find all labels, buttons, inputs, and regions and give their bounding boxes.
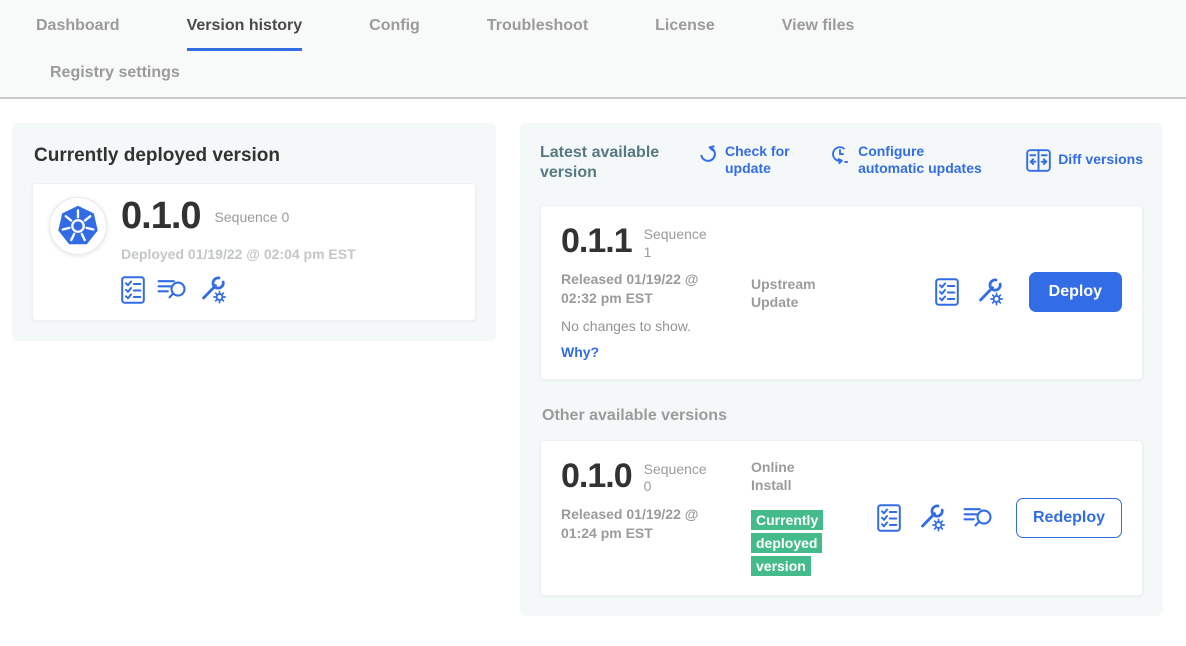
sequence-label: Sequence 1 — [644, 223, 714, 261]
preflight-checklist-icon[interactable] — [935, 278, 959, 306]
version-number: 0.1.0 — [121, 197, 201, 237]
version-action-icons — [121, 276, 356, 304]
header-actions: Check for update Configure automatic upd… — [672, 143, 1143, 177]
current-version-title: Currently deployed version — [34, 145, 474, 167]
currently-deployed-badge: Currently deployed version — [751, 510, 823, 576]
version-history-page: Currently deployed version — [0, 99, 1186, 646]
diff-versions-label: Diff versions — [1058, 151, 1143, 168]
deployed-version-card: 0.1.0 Sequence 0 Deployed 01/19/22 @ 02:… — [32, 183, 476, 321]
source-label: Online Install — [751, 458, 837, 494]
check-for-update-label: Check for update — [725, 143, 797, 177]
configure-automatic-updates-link[interactable]: Configure automatic updates — [829, 143, 994, 177]
latest-version-card: 0.1.1 Sequence 1 Released 01/19/22 @ 02:… — [540, 205, 1143, 380]
release-notes-icon[interactable] — [963, 505, 993, 530]
release-notes-icon[interactable] — [157, 277, 187, 302]
tab-registry-settings[interactable]: Registry settings — [50, 64, 180, 81]
version-source: Upstream Update — [751, 275, 867, 311]
tab-dashboard[interactable]: Dashboard — [36, 17, 120, 51]
other-version-card: 0.1.0 Sequence 0 Released 01/19/22 @ 01:… — [540, 440, 1143, 596]
other-versions-title: Other available versions — [542, 407, 1141, 425]
configure-automatic-updates-label: Configure automatic updates — [858, 143, 994, 177]
version-row: 0.1.0 Sequence 0 — [561, 458, 751, 496]
config-icon[interactable] — [199, 276, 227, 304]
other-version-info: 0.1.0 Sequence 0 Released 01/19/22 @ 01:… — [561, 458, 751, 553]
sequence-label: Sequence 0 — [215, 209, 290, 225]
kots-admin-console: Dashboard Version history Config Trouble… — [0, 0, 1186, 646]
available-versions-header: Latest available version Check for updat… — [540, 143, 1143, 183]
version-row: 0.1.0 Sequence 0 — [121, 197, 356, 237]
redeploy-button[interactable]: Redeploy — [1016, 498, 1122, 538]
version-number: 0.1.0 — [561, 458, 632, 496]
diff-icon — [1026, 149, 1051, 172]
version-actions: Redeploy — [877, 498, 1122, 538]
tab-config[interactable]: Config — [369, 17, 420, 51]
version-source: Online Install Currently deployed versio… — [751, 458, 867, 578]
version-actions: Deploy — [935, 272, 1122, 312]
sequence-label: Sequence 0 — [644, 458, 714, 496]
kubernetes-logo-icon — [55, 203, 101, 249]
diff-versions-link[interactable]: Diff versions — [1026, 143, 1143, 177]
scheduled-refresh-icon — [829, 144, 851, 166]
source-label: Upstream Update — [751, 275, 837, 311]
deployed-timestamp: Deployed 01/19/22 @ 02:04 pm EST — [121, 246, 356, 262]
available-versions-panel: Latest available version Check for updat… — [520, 123, 1163, 616]
deployed-version-info: 0.1.0 Sequence 0 Deployed 01/19/22 @ 02:… — [121, 197, 356, 304]
tab-troubleshoot[interactable]: Troubleshoot — [487, 17, 588, 51]
refresh-icon — [698, 144, 718, 164]
currently-deployed-badge-wrap: Currently deployed version — [751, 509, 827, 578]
latest-available-title: Latest available version — [540, 143, 672, 183]
config-icon[interactable] — [918, 504, 946, 532]
tab-version-history[interactable]: Version history — [187, 17, 303, 51]
secondary-tab-bar: Registry settings — [0, 51, 1186, 97]
check-for-update-link[interactable]: Check for update — [698, 143, 797, 177]
released-timestamp: Released 01/19/22 @ 01:24 pm EST — [561, 505, 733, 543]
app-nav: Dashboard Version history Config Trouble… — [0, 0, 1186, 99]
released-timestamp: Released 01/19/22 @ 02:32 pm EST — [561, 270, 733, 308]
version-row: 0.1.1 Sequence 1 — [561, 223, 751, 261]
latest-version-info: 0.1.1 Sequence 1 Released 01/19/22 @ 02:… — [561, 223, 751, 362]
app-avatar — [49, 197, 107, 255]
tab-license[interactable]: License — [655, 17, 715, 51]
tab-view-files[interactable]: View files — [782, 17, 855, 51]
deploy-button[interactable]: Deploy — [1029, 272, 1122, 312]
no-changes-text: No changes to show. — [561, 318, 751, 334]
config-icon[interactable] — [976, 278, 1004, 306]
preflight-checklist-icon[interactable] — [877, 504, 901, 532]
why-link[interactable]: Why? — [561, 344, 599, 360]
preflight-checklist-icon[interactable] — [121, 276, 145, 304]
version-number: 0.1.1 — [561, 223, 632, 261]
current-version-panel: Currently deployed version — [12, 123, 496, 341]
primary-tab-bar: Dashboard Version history Config Trouble… — [0, 0, 1186, 51]
